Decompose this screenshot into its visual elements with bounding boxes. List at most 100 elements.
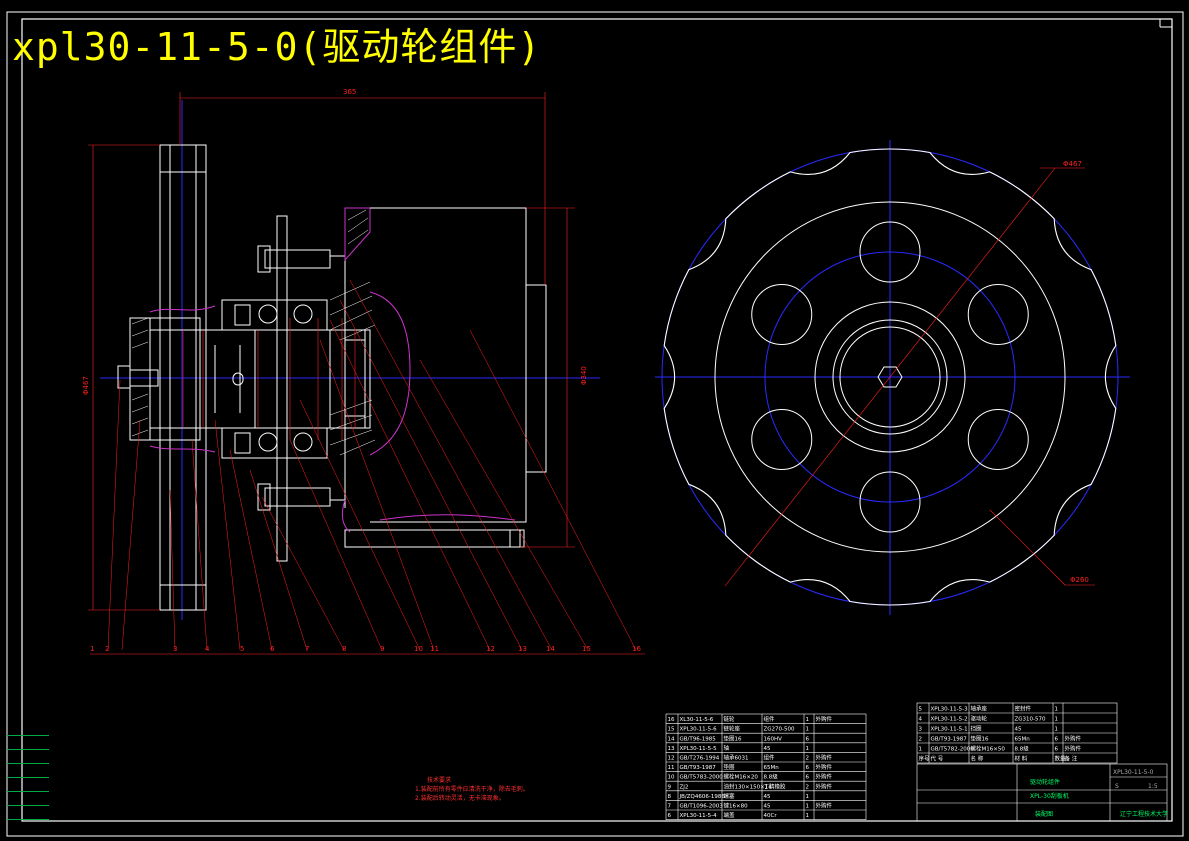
dim-pitch-circle: Φ260 xyxy=(1070,576,1089,584)
bom-cell: 挡圈 xyxy=(971,725,983,733)
bom-cell: XPL30-11-5-6 xyxy=(680,727,718,733)
bom-cell: GB/T1096-2003 xyxy=(680,804,724,810)
drawing-sheet: 365 Φ467 Φ340 1 2 3 4 5 6 7 8 9 10 11 12… xyxy=(6,11,1184,837)
bom-cell: XPL30-11-5-3 xyxy=(931,707,969,713)
strip-cell xyxy=(7,722,49,736)
balloon-15: 15 xyxy=(582,645,591,653)
bom-header-cell: 代 号 xyxy=(931,755,944,763)
bom-cell: 2 xyxy=(806,784,810,790)
bom-cell: 键16×80 xyxy=(724,802,749,810)
bom-cell: 1 xyxy=(806,804,810,810)
bom-cell: 轴承6031 xyxy=(724,754,749,762)
dim-overall-width: 365 xyxy=(343,88,356,96)
bom-cell: 8.8级 xyxy=(1015,745,1030,753)
bom-cell: 45 xyxy=(764,804,771,810)
dim-diameter-right: Φ340 xyxy=(580,366,588,385)
balloon-5: 5 xyxy=(240,645,244,653)
bom-cell: 外购件 xyxy=(1065,745,1082,753)
bom-cell: 1 xyxy=(806,813,810,819)
bom-cell: XPL30-11-5-1 xyxy=(931,727,968,733)
bom-cell: 6 xyxy=(668,813,672,819)
tech-notes-heading: 技术要求 xyxy=(427,777,452,784)
bom-cell: 15 xyxy=(668,727,675,733)
bom-cell: 65Mn xyxy=(1015,737,1031,743)
bom-cell: XPL30-11-5-2 xyxy=(931,717,968,723)
bom-cell: 11 xyxy=(668,765,675,771)
bom-cell: 1 xyxy=(919,747,923,753)
tb-part-name: 驱动轮组件 xyxy=(1030,778,1060,786)
bom-cell: 外购件 xyxy=(816,782,833,790)
front-view: Φ467 Φ260 xyxy=(655,140,1130,615)
balloon-8: 8 xyxy=(342,645,346,653)
bom-cell: GB/T93-1987 xyxy=(680,765,717,771)
bom-cell: 垫圈16 xyxy=(971,735,989,743)
bom-cell: 1 xyxy=(1055,707,1059,713)
bom-cell: 外购件 xyxy=(816,754,833,762)
bom-cell: 1 xyxy=(1055,717,1059,723)
bom-cell: JB/ZQ4606-1986 xyxy=(679,794,726,800)
bom-cell: 45 xyxy=(764,746,771,752)
balloon-9: 9 xyxy=(380,645,384,653)
dim-wheel-outer: Φ467 xyxy=(1063,160,1082,168)
bom-cell: GB/T5782-2000 xyxy=(931,747,975,753)
bom-cell: 螺塞 xyxy=(724,792,736,800)
bom-cell: 链轮 xyxy=(724,715,736,723)
bom-cell: 外购件 xyxy=(816,802,833,810)
bom-cell: ZG310-570 xyxy=(1015,717,1047,723)
strip-cell xyxy=(7,764,49,778)
bom-cell: 垫圈16 xyxy=(724,734,742,742)
bom-cell: 螺栓M16×50 xyxy=(971,745,1006,753)
bom-cell: 45 xyxy=(764,794,771,800)
balloon-6: 6 xyxy=(270,645,275,653)
balloon-2: 2 xyxy=(105,645,109,653)
bom-cell: GB/T96-1985 xyxy=(680,736,717,742)
tech-note-1: 1.装配前所有零件应清洗干净，除去毛刺。 xyxy=(415,786,529,793)
bom-cell: 14 xyxy=(668,736,675,742)
bom-cell: 8 xyxy=(668,794,672,800)
bom-cell: 轴 xyxy=(724,744,730,752)
bom-cell: 6 xyxy=(806,765,810,771)
strip-cell xyxy=(7,750,49,764)
bom-header-cell: 名 称 xyxy=(971,755,984,763)
bom-header-cell: 备 注 xyxy=(1065,755,1078,763)
balloon-12: 12 xyxy=(486,645,495,653)
tb-project: XPL-30刮板机 xyxy=(1030,792,1069,800)
balloon-4: 4 xyxy=(205,645,210,653)
balloon-7: 7 xyxy=(305,645,309,653)
tb-scale: 1:5 xyxy=(1148,783,1158,790)
bom-cell: 13 xyxy=(668,746,675,752)
bom-cell: 10 xyxy=(668,775,675,781)
balloon-14: 14 xyxy=(546,645,555,653)
balloon-1: 1 xyxy=(90,645,94,653)
drawing-title: xpl30-11-5-0(驱动轮组件) xyxy=(12,25,542,69)
balloon-16: 16 xyxy=(632,645,641,653)
balloon-11: 11 xyxy=(430,645,439,653)
bom-cell: 65Mn xyxy=(764,765,780,771)
bom-cell: 4 xyxy=(919,717,923,723)
title-block-text: 驱动轮组件 XPL-30刮板机 XPL30-11-5-0 1:5 S 辽宁工程技… xyxy=(1030,769,1168,818)
tech-notes: 技术要求 1.装配前所有零件应清洗干净，除去毛刺。 2.装配后转动灵活，无卡滞现… xyxy=(415,776,529,803)
bom-cell: 45 xyxy=(1015,727,1022,733)
tb-assembly: 装配图 xyxy=(1035,810,1053,818)
bom-cell: 2 xyxy=(806,756,810,762)
bom-cell: 16 xyxy=(668,717,675,723)
balloon-13: 13 xyxy=(518,645,527,653)
bom-cell: 1 xyxy=(806,746,810,752)
section-view: 365 Φ467 Φ340 xyxy=(82,88,645,655)
dim-diameter-left: Φ467 xyxy=(82,376,90,395)
bom-cell: 端盖 xyxy=(724,811,736,819)
bom-cell: ZJ2 xyxy=(680,784,689,790)
bom-cell: 密封件 xyxy=(1015,705,1032,713)
bom-cell: 6 xyxy=(806,736,810,742)
bom-cell: 1 xyxy=(806,794,810,800)
bom-cell: XPL30-11-5-5 xyxy=(680,746,718,752)
left-margin-strip xyxy=(7,722,49,820)
tb-sheet: S xyxy=(1115,783,1119,790)
bom-cell: 驱动轮 xyxy=(971,715,988,723)
bom-cell: 螺栓M16×20 xyxy=(724,773,759,781)
bom-cell: 7 xyxy=(668,804,672,810)
bom-cell: 160HV xyxy=(764,736,783,742)
bom-cell: 组件 xyxy=(764,715,776,723)
bom-cell: 丁腈橡胶 xyxy=(764,782,787,790)
bom-cell: 外购件 xyxy=(816,773,833,781)
